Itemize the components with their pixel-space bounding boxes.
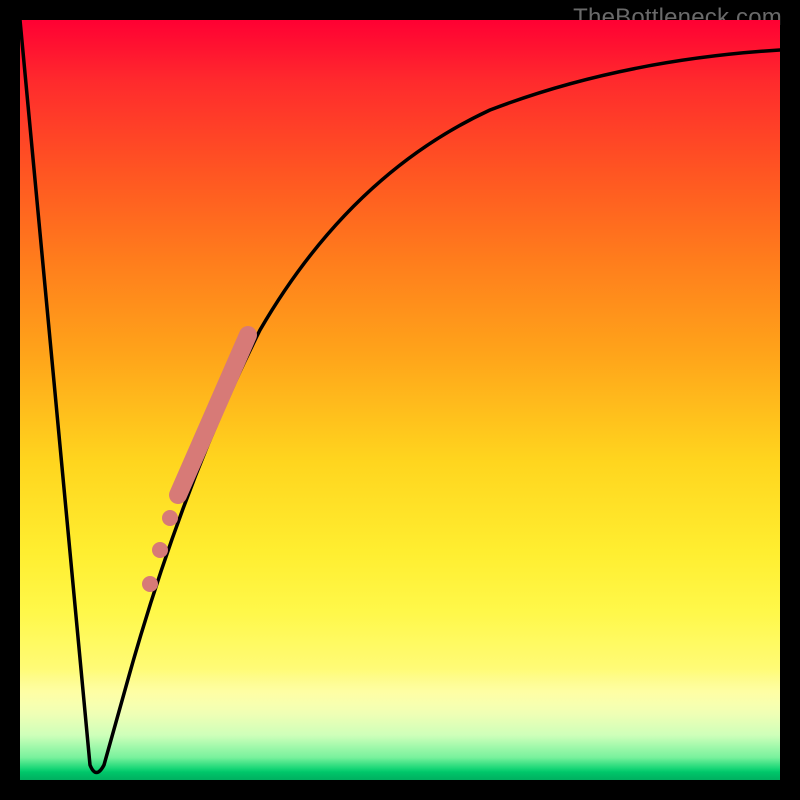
highlight-dot-2 bbox=[152, 542, 168, 558]
plot-area bbox=[20, 20, 780, 780]
highlight-dot-1 bbox=[162, 510, 178, 526]
highlight-bar bbox=[178, 335, 248, 495]
highlight-dot-3 bbox=[142, 576, 158, 592]
curve-svg bbox=[20, 20, 780, 780]
bottleneck-curve-path bbox=[20, 20, 780, 773]
chart-frame: TheBottleneck.com bbox=[0, 0, 800, 800]
